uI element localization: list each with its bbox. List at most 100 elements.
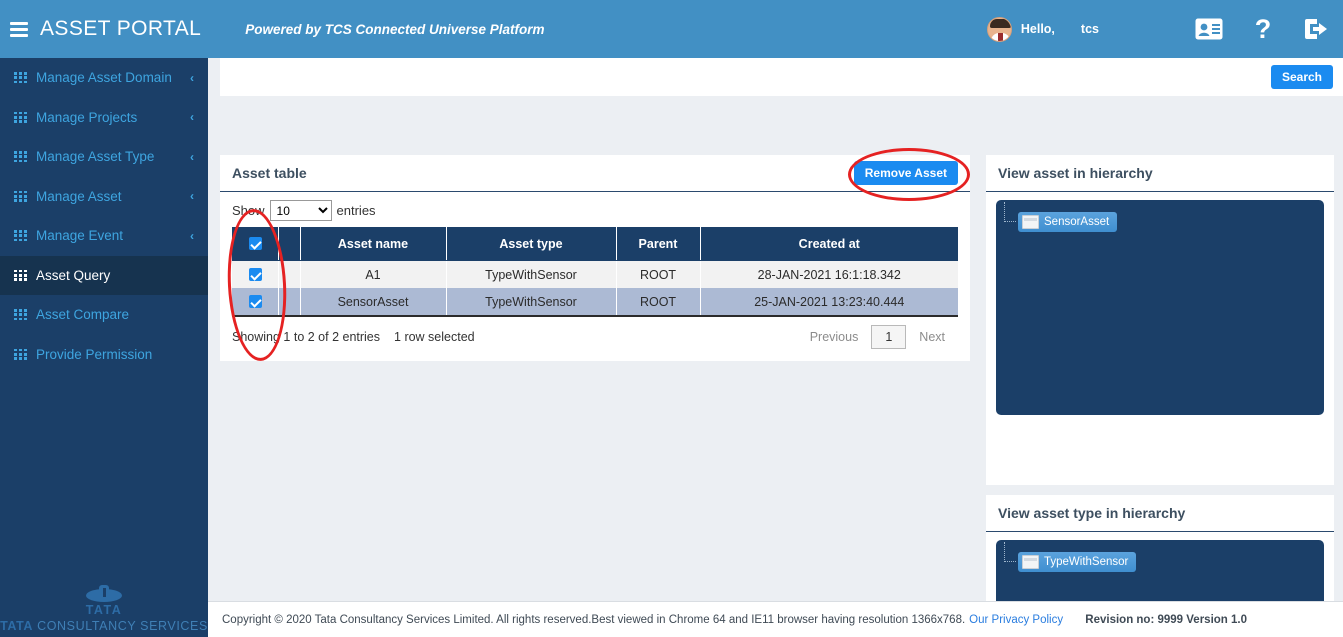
asset-table-body-rows: A1 TypeWithSensor ROOT 28-JAN-2021 16:1:… [232, 260, 958, 316]
blank-header-cell [278, 227, 301, 261]
asset-table-body: Show 10 25 50 100 entries [220, 192, 970, 353]
search-button[interactable]: Search [1270, 65, 1333, 89]
select-all-checkbox[interactable] [248, 237, 262, 250]
entries-per-page-select[interactable]: 10 25 50 100 [269, 200, 332, 221]
sidebar-item-label: Asset Query [36, 267, 111, 283]
chevron-left-icon: ‹ [190, 110, 194, 125]
grid-icon [14, 269, 27, 281]
asset-type-hierarchy-card-header: View asset type in hierarchy [986, 495, 1334, 532]
cell-asset-type: TypeWithSensor [446, 288, 617, 316]
row-checkbox-cell [232, 288, 279, 316]
logout-icon[interactable] [1303, 17, 1331, 41]
footer-revision-text: Revision no: 9999 Version 1.0 [1085, 613, 1247, 626]
row-blank-cell [278, 260, 301, 288]
sidebar-item-provide-permission[interactable]: Provide Permission [0, 335, 208, 375]
sidebar-item-asset-compare[interactable]: Asset Compare [0, 295, 208, 335]
asset-hierarchy-card-header: View asset in hierarchy [986, 155, 1334, 192]
sidebar-item-label: Manage Asset Domain [36, 70, 172, 86]
asset-data-table: Asset name Asset type Parent Created at [232, 227, 958, 317]
tree-connector-line [1004, 202, 1016, 222]
tree-node-label: TypeWithSensor [1044, 556, 1129, 568]
show-entries-suffix: entries [336, 203, 376, 218]
left-sidebar-nav: Manage Asset Domain ‹ Manage Projects ‹ … [0, 58, 208, 637]
sidebar-item-manage-event[interactable]: Manage Event ‹ [0, 216, 208, 256]
sidebar-item-manage-asset[interactable]: Manage Asset ‹ [0, 177, 208, 217]
tree-node-asset-type[interactable]: TypeWithSensor [1004, 542, 1137, 572]
tcs-logo: TATA TATA CONSULTANCY SERVICES [0, 585, 208, 633]
search-panel: Search [220, 58, 1343, 96]
sidebar-item-manage-projects[interactable]: Manage Projects ‹ [0, 98, 208, 138]
sidebar-item-label: Asset Compare [36, 307, 130, 323]
show-entries-control: Show 10 25 50 100 entries [232, 200, 958, 221]
sidebar-item-asset-query[interactable]: Asset Query [0, 255, 208, 295]
pagination-page-1-button[interactable]: 1 [871, 325, 907, 349]
column-header-created-at[interactable]: Created at [700, 227, 958, 261]
showing-entries-text: Showing 1 to 2 of 2 entries [232, 330, 381, 344]
tcs-full-name: TATA CONSULTANCY SERVICES [0, 619, 208, 633]
footer-copyright-text: Copyright © 2020 Tata Consultancy Servic… [222, 613, 966, 626]
chevron-left-icon: ‹ [190, 189, 194, 204]
grid-icon [14, 348, 27, 360]
id-card-icon[interactable] [1195, 18, 1223, 40]
top-header-bar: ASSET PORTAL Powered by TCS Connected Un… [0, 0, 1343, 58]
sidebar-item-label: Manage Event [36, 228, 124, 244]
asset-hierarchy-title: View asset in hierarchy [998, 165, 1153, 181]
folder-icon [1022, 215, 1039, 229]
sidebar-item-manage-asset-domain[interactable]: Manage Asset Domain ‹ [0, 58, 208, 98]
asset-type-hierarchy-title: View asset type in hierarchy [998, 505, 1186, 521]
row-select-checkbox[interactable] [248, 295, 262, 308]
asset-hierarchy-body: SensorAsset [986, 192, 1334, 425]
asset-hierarchy-tree[interactable]: SensorAsset [996, 200, 1324, 415]
sidebar-item-manage-asset-type[interactable]: Manage Asset Type ‹ [0, 137, 208, 177]
grid-icon [14, 72, 27, 84]
privacy-policy-link[interactable]: Our Privacy Policy [969, 614, 1063, 626]
tree-node-label: SensorAsset [1044, 216, 1110, 228]
chevron-left-icon: ‹ [190, 149, 194, 164]
grid-icon [14, 151, 27, 163]
username-label: tcs [1080, 22, 1099, 36]
sidebar-item-label: Provide Permission [36, 346, 153, 362]
tree-node-asset[interactable]: SensorAsset [1004, 202, 1118, 232]
tcs-full-rest: CONSULTANCY SERVICES [37, 619, 208, 633]
asset-table-footer: Showing 1 to 2 of 2 entries 1 row select… [232, 317, 958, 351]
select-all-header-cell [232, 227, 279, 261]
remove-asset-button[interactable]: Remove Asset [853, 161, 958, 185]
cell-parent: ROOT [616, 260, 701, 288]
table-row[interactable]: SensorAsset TypeWithSensor ROOT 25-JAN-2… [232, 288, 958, 316]
chevron-left-icon: ‹ [190, 70, 194, 85]
asset-table-card-header: Asset table Remove Asset [220, 155, 970, 192]
rows-selected-text: 1 row selected [394, 330, 475, 344]
cell-parent: ROOT [616, 288, 701, 316]
column-header-parent[interactable]: Parent [616, 227, 701, 261]
column-header-asset-type[interactable]: Asset type [446, 227, 617, 261]
folder-icon [1022, 555, 1039, 569]
svg-text:?: ? [1255, 16, 1272, 42]
tree-connector-line [1004, 542, 1016, 562]
table-header-row: Asset name Asset type Parent Created at [232, 227, 958, 261]
column-header-asset-name[interactable]: Asset name [300, 227, 447, 261]
row-select-checkbox[interactable] [248, 268, 262, 281]
user-avatar[interactable] [986, 16, 1012, 42]
grid-icon [14, 111, 27, 123]
tata-wordmark: TATA [85, 603, 123, 617]
cell-asset-name: SensorAsset [300, 288, 447, 316]
tcs-full-bold: TATA [0, 619, 34, 633]
asset-table-card: Asset table Remove Asset Show 10 25 50 1… [220, 155, 970, 361]
pagination-next-button[interactable]: Next [906, 325, 958, 349]
cell-created-at: 25-JAN-2021 13:23:40.444 [754, 294, 905, 309]
main-content-area: Search Asset table Remove Asset Show 10 … [208, 58, 1343, 637]
sidebar-item-label: Manage Asset Type [36, 149, 155, 165]
hamburger-menu-icon[interactable] [10, 21, 28, 37]
greeting-label: Hello, [1020, 22, 1055, 36]
cell-asset-name: A1 [300, 260, 447, 288]
table-row[interactable]: A1 TypeWithSensor ROOT 28-JAN-2021 16:1:… [232, 260, 958, 288]
powered-by-text: Powered by TCS Connected Universe Platfo… [245, 21, 545, 37]
row-checkbox-cell [232, 260, 279, 288]
pagination-previous-button[interactable]: Previous [797, 325, 872, 349]
show-entries-prefix: Show [232, 203, 265, 218]
cell-asset-type: TypeWithSensor [446, 260, 617, 288]
help-question-icon[interactable]: ? [1253, 16, 1273, 42]
app-brand-title: ASSET PORTAL [40, 17, 202, 40]
row-blank-cell [278, 288, 301, 316]
asset-table-head: Asset name Asset type Parent Created at [232, 227, 958, 261]
